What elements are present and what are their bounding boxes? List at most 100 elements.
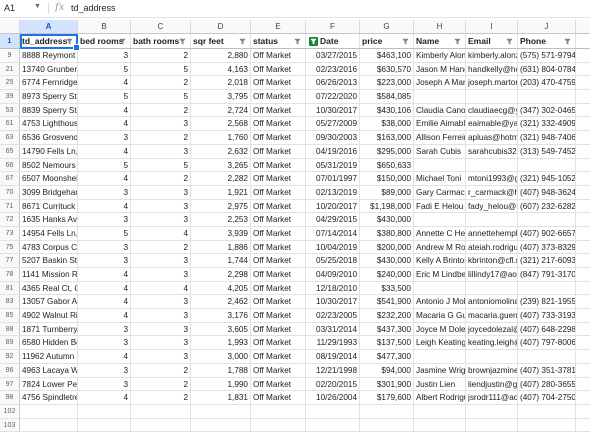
cell-j[interactable]: (631) 804-0784 [518, 62, 576, 76]
cell-i[interactable]: joseph.martonej [466, 76, 518, 90]
cell-c[interactable]: 4 [131, 226, 191, 240]
cell-e[interactable]: Off Market [251, 350, 306, 363]
cell-h[interactable]: Kelly A Brinton [414, 254, 466, 267]
header-cell-j[interactable]: Phone [518, 34, 576, 48]
cell-e[interactable]: Off Market [251, 49, 306, 62]
cell-f[interactable]: 04/19/2016 [306, 144, 360, 158]
cell-b[interactable]: 5 [78, 62, 131, 76]
select-all-corner[interactable] [0, 20, 20, 33]
cell-j[interactable]: (407) 280-3655 [518, 377, 576, 391]
cell-b[interactable]: 4 [78, 309, 131, 322]
cell-h[interactable] [414, 90, 466, 103]
cell-f[interactable]: 10/30/2017 [306, 103, 360, 117]
row-number[interactable]: 75 [0, 240, 20, 254]
cell-i[interactable]: claudiaecg@yah [466, 103, 518, 117]
filter-active-icon[interactable] [309, 37, 318, 46]
cell-g[interactable]: $179,600 [360, 391, 414, 404]
cell-e[interactable]: Off Market [251, 76, 306, 90]
cell-d[interactable]: 2,568 [191, 117, 251, 131]
row-number[interactable]: 70 [0, 185, 20, 199]
cell-h[interactable] [414, 404, 466, 418]
filter-icon[interactable] [178, 37, 187, 46]
cell-g[interactable]: $38,000 [360, 117, 414, 131]
cell-d[interactable]: 3,795 [191, 90, 251, 103]
row-number[interactable]: 65 [0, 144, 20, 158]
cell-g[interactable]: $430,106 [360, 103, 414, 117]
cell-b[interactable] [78, 404, 131, 418]
cell-b[interactable]: 4 [78, 76, 131, 90]
cell-j[interactable]: (407) 902-6657 [518, 226, 576, 240]
cell-h[interactable]: Kimberly Alonzo [414, 49, 466, 62]
cell-e[interactable]: Off Market [251, 172, 306, 185]
cell-j[interactable]: (347) 302-0465 [518, 103, 576, 117]
cell-e[interactable]: Off Market [251, 268, 306, 281]
cell-d[interactable] [191, 404, 251, 418]
cell-i[interactable]: brownjazmine33 [466, 363, 518, 377]
cell-j[interactable] [518, 158, 576, 172]
cell-a[interactable]: 8839 Sperry St, [20, 103, 78, 117]
cell-b[interactable] [78, 418, 131, 432]
cell-h[interactable]: Leigh Keating [414, 336, 466, 350]
cell-g[interactable]: $223,000 [360, 76, 414, 90]
cell-f[interactable] [306, 418, 360, 432]
cell-c[interactable]: 3 [131, 185, 191, 199]
cell-j[interactable]: (321) 948-7406 [518, 131, 576, 144]
cell-c[interactable]: 5 [131, 62, 191, 76]
filter-icon[interactable] [563, 37, 572, 46]
cell-h[interactable] [414, 281, 466, 295]
cell-f[interactable]: 12/18/2010 [306, 281, 360, 295]
cell-g[interactable]: $295,000 [360, 144, 414, 158]
cell-g[interactable] [360, 404, 414, 418]
cell-b[interactable]: 5 [78, 158, 131, 172]
header-cell-d[interactable]: sqr feet [191, 34, 251, 48]
cell-a[interactable]: 1871 Turnberry [20, 322, 78, 336]
cell-b[interactable]: 4 [78, 295, 131, 309]
cell-j[interactable]: (607) 232-6282 [518, 199, 576, 213]
cell-i[interactable]: annettehemphill [466, 226, 518, 240]
filter-icon[interactable] [453, 37, 462, 46]
cell-i[interactable] [466, 213, 518, 226]
cell-h[interactable] [414, 418, 466, 432]
name-box-dropdown-icon[interactable]: ▼ [34, 3, 41, 10]
cell-j[interactable]: (313) 549-7452 [518, 144, 576, 158]
cell-c[interactable]: 3 [131, 213, 191, 226]
cell-f[interactable]: 05/27/2009 [306, 117, 360, 131]
cell-j[interactable] [518, 404, 576, 418]
cell-f[interactable]: 10/20/2017 [306, 199, 360, 213]
cell-i[interactable]: handkelly@hotn [466, 62, 518, 76]
cell-f[interactable]: 11/29/1993 [306, 336, 360, 350]
formula-input[interactable]: td_address [71, 3, 116, 13]
filter-icon[interactable] [401, 37, 410, 46]
cell-a[interactable]: 8973 Sperry St, [20, 90, 78, 103]
cell-e[interactable] [251, 404, 306, 418]
cell-b[interactable]: 3 [78, 363, 131, 377]
cell-i[interactable]: eaimable@yaho [466, 117, 518, 131]
cell-g[interactable]: $240,000 [360, 268, 414, 281]
row-number[interactable]: 77 [0, 254, 20, 267]
cell-c[interactable]: 2 [131, 172, 191, 185]
row-number[interactable]: 89 [0, 336, 20, 350]
cell-h[interactable]: Fadi E Helou [414, 199, 466, 213]
cell-a[interactable]: 4753 Lighthouse [20, 117, 78, 131]
cell-g[interactable]: $301,900 [360, 377, 414, 391]
cell-b[interactable]: 3 [78, 322, 131, 336]
cell-g[interactable]: $463,100 [360, 49, 414, 62]
cell-h[interactable]: Emilie Aimable [414, 117, 466, 131]
cell-g[interactable] [360, 418, 414, 432]
cell-a[interactable]: 14954 Fells Ln, ( [20, 226, 78, 240]
cell-a[interactable]: 13740 Grunberg [20, 62, 78, 76]
cell-c[interactable]: 5 [131, 158, 191, 172]
cell-g[interactable]: $430,000 [360, 213, 414, 226]
cell-f[interactable]: 08/19/2014 [306, 350, 360, 363]
cell-i[interactable]: sarahcubis322@ [466, 144, 518, 158]
column-header-g[interactable]: G [360, 20, 414, 33]
cell-c[interactable]: 2 [131, 240, 191, 254]
cell-f[interactable]: 10/04/2019 [306, 240, 360, 254]
cell-a[interactable]: 1635 Hanks Ave [20, 213, 78, 226]
row-number[interactable]: 66 [0, 158, 20, 172]
cell-f[interactable]: 02/23/2005 [306, 309, 360, 322]
cell-f[interactable]: 10/30/2017 [306, 295, 360, 309]
cell-b[interactable]: 4 [78, 391, 131, 404]
cell-f[interactable]: 07/01/1997 [306, 172, 360, 185]
cell-d[interactable]: 3,176 [191, 309, 251, 322]
